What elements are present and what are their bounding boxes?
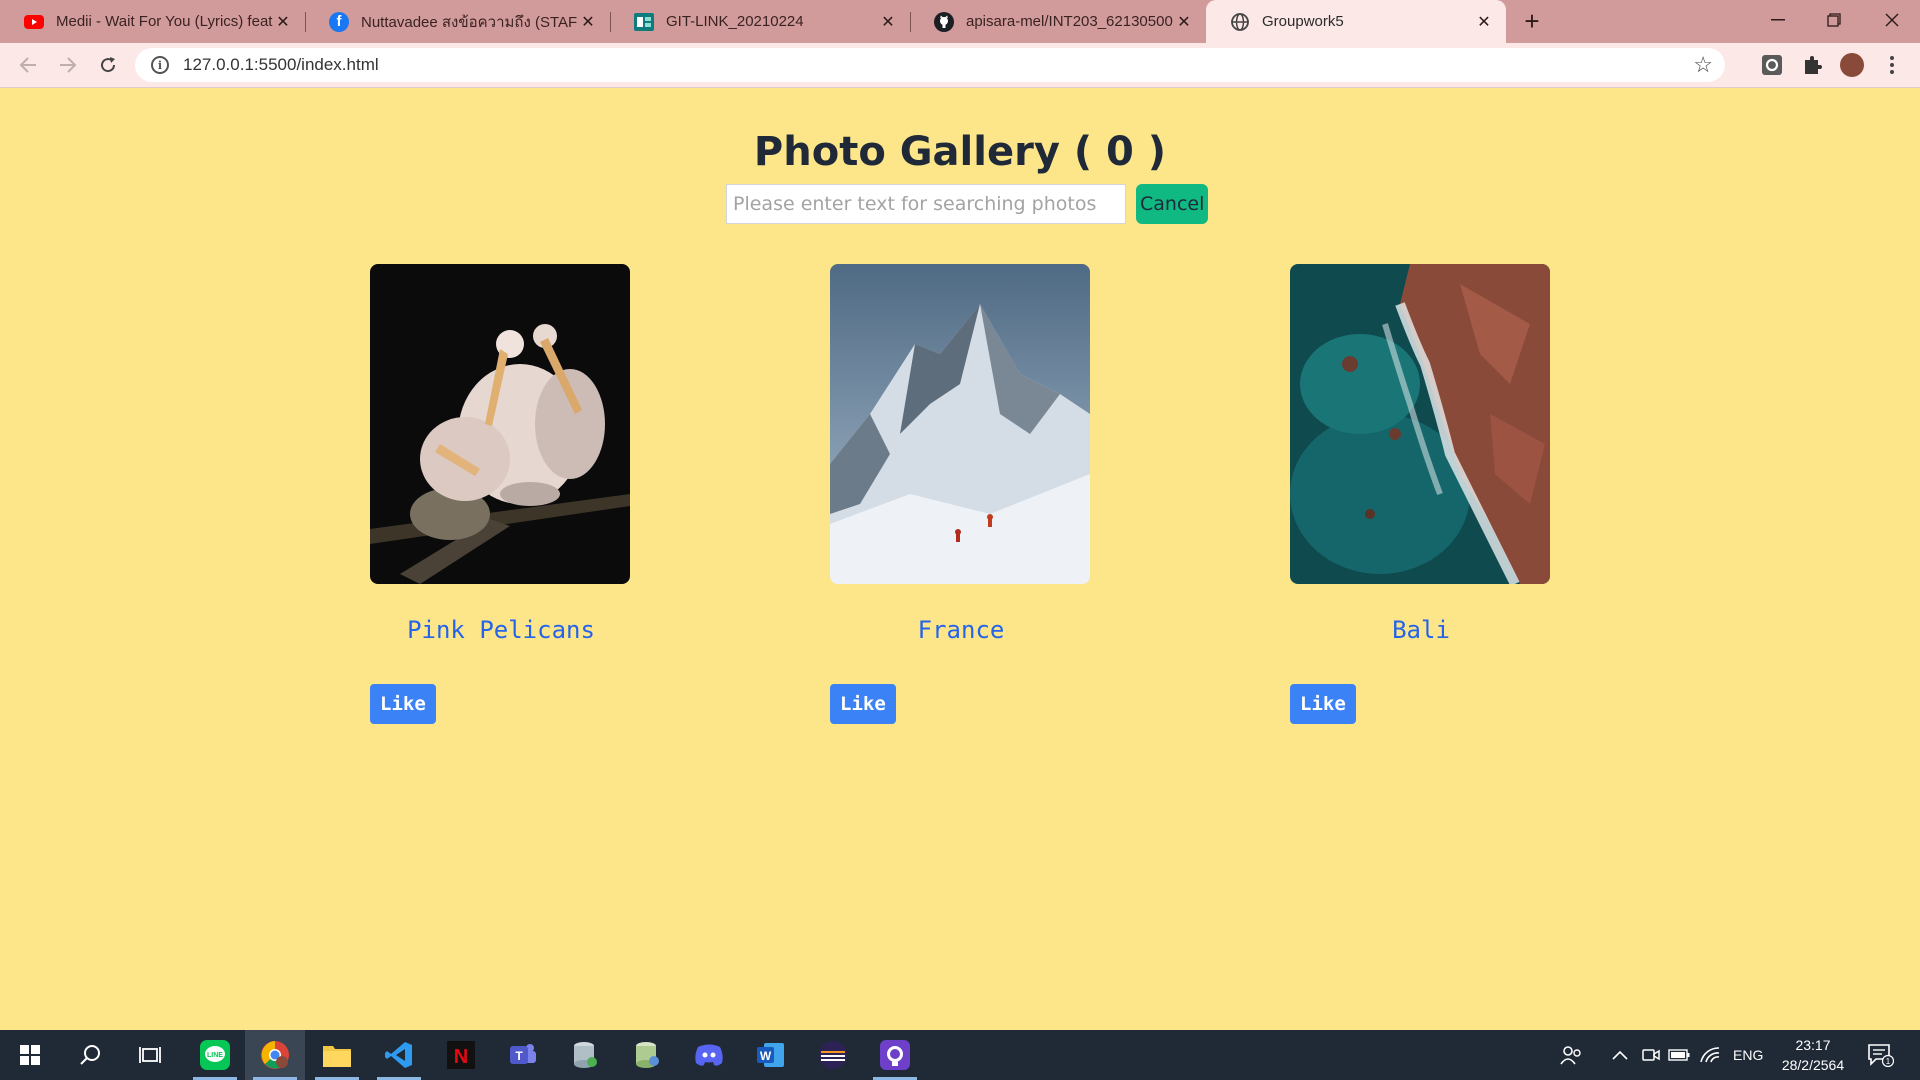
browser-toolbar: i 127.0.0.1:5500/index.html ☆ [0,43,1920,88]
clock-time: 23:17 [1795,1037,1831,1053]
coast-photo[interactable] [1290,264,1550,584]
browser-tab-strip: Medii - Wait For You (Lyrics) feat. ✕ f … [0,0,1920,43]
profile-avatar-icon[interactable] [1840,53,1864,77]
tab-youtube[interactable]: Medii - Wait For You (Lyrics) feat. ✕ [0,0,306,43]
database-tool-2-icon[interactable] [617,1030,677,1080]
close-window-icon[interactable] [1864,0,1920,40]
chevron-up-icon[interactable] [1612,1030,1628,1080]
minimize-icon[interactable] [1750,0,1806,40]
photo-caption: Pink Pelicans [407,616,595,644]
close-tab-icon[interactable]: ✕ [1174,12,1194,32]
extension-o-icon[interactable] [1760,53,1784,77]
eclipse-icon[interactable] [803,1030,863,1080]
search-input[interactable] [726,184,1126,224]
tab-github[interactable]: apisara-mel/INT203_6213050010 ✕ [910,0,1206,43]
tab-title: Nuttavadee สงข้อความถึง (STAFF) S [361,13,578,31]
menu-kebab-icon[interactable] [1880,53,1904,77]
globe-icon [1230,12,1250,32]
tab-title: apisara-mel/INT203_6213050010 [966,13,1174,30]
language-indicator[interactable]: ENG [1733,1030,1763,1080]
tab-groupwork5[interactable]: Groupwork5 ✕ [1206,0,1506,43]
new-tab-button[interactable]: + [1516,6,1548,38]
close-tab-icon[interactable]: ✕ [878,12,898,32]
cancel-button[interactable]: Cancel [1136,184,1209,224]
like-button[interactable]: Like [370,684,436,724]
photo-caption: France [917,616,1005,644]
meet-now-icon[interactable] [1642,1030,1660,1080]
netflix-icon[interactable]: N [431,1030,491,1080]
github-desktop-icon[interactable] [865,1030,925,1080]
facebook-icon: f [329,11,349,32]
pelicans-photo[interactable] [370,264,630,584]
people-icon[interactable] [1560,1030,1582,1080]
forward-arrow-icon[interactable] [52,49,84,81]
mountain-photo[interactable] [830,264,1090,584]
teams-icon[interactable]: T [493,1030,553,1080]
search-row: Cancel [726,184,1209,224]
search-icon[interactable] [60,1030,120,1080]
github-icon [934,11,954,32]
svg-text:W: W [760,1049,772,1063]
close-tab-icon[interactable]: ✕ [273,12,293,32]
tab-title: GIT-LINK_20210224 [666,13,804,30]
tab-facebook[interactable]: f Nuttavadee สงข้อความถึง (STAFF) S ✕ [305,0,611,43]
windows-taskbar: LINE N T W ENG 23:17 28/2/2564 1 [0,1030,1920,1080]
back-arrow-icon[interactable] [12,49,44,81]
photo-card: Pink Pelicans Like [370,264,632,724]
like-button[interactable]: Like [830,684,896,724]
notification-icon[interactable]: 1 [1868,1030,1894,1080]
restore-icon[interactable] [1806,0,1862,40]
file-explorer-icon[interactable] [307,1030,367,1080]
reload-icon[interactable] [92,49,124,81]
chrome-icon[interactable] [245,1030,305,1080]
battery-icon[interactable] [1668,1030,1690,1080]
sheets-icon [634,12,654,32]
vscode-icon[interactable] [369,1030,429,1080]
line-app-icon[interactable]: LINE [185,1030,245,1080]
svg-text:N: N [454,1046,468,1068]
photo-gallery-page: Photo Gallery ( 0 ) Cancel Pink [0,89,1920,1030]
youtube-icon [24,12,44,32]
wifi-icon[interactable] [1700,1030,1720,1080]
database-tool-icon[interactable] [555,1030,615,1080]
tab-title: Medii - Wait For You (Lyrics) feat. [56,13,273,30]
discord-icon[interactable] [679,1030,739,1080]
task-view-icon[interactable] [120,1030,180,1080]
url-text: 127.0.0.1:5500/index.html [183,55,379,74]
notification-count: 1 [1886,1057,1891,1066]
svg-text:LINE: LINE [207,1052,223,1059]
photo-card: France Like [830,264,1092,724]
like-button[interactable]: Like [1290,684,1356,724]
clock-date: 28/2/2564 [1781,1057,1845,1073]
tab-git-link[interactable]: GIT-LINK_20210224 ✕ [610,0,911,43]
address-bar[interactable]: i 127.0.0.1:5500/index.html ☆ [135,48,1725,82]
photo-caption: Bali [1392,616,1450,644]
word-icon[interactable]: W [741,1030,801,1080]
close-tab-icon[interactable]: ✕ [578,12,598,32]
extensions-puzzle-icon[interactable] [1800,53,1824,77]
page-title: Photo Gallery ( 0 ) [753,129,1167,175]
close-tab-icon[interactable]: ✕ [1474,12,1494,32]
windows-start-icon[interactable] [0,1030,60,1080]
svg-text:T: T [515,1049,523,1063]
tab-title: Groupwork5 [1262,13,1344,30]
photo-card: Bali Like [1290,264,1552,724]
site-info-icon[interactable]: i [151,56,169,74]
bookmark-star-icon[interactable]: ☆ [1693,52,1713,78]
clock[interactable]: 23:17 28/2/2564 [1768,1035,1858,1075]
